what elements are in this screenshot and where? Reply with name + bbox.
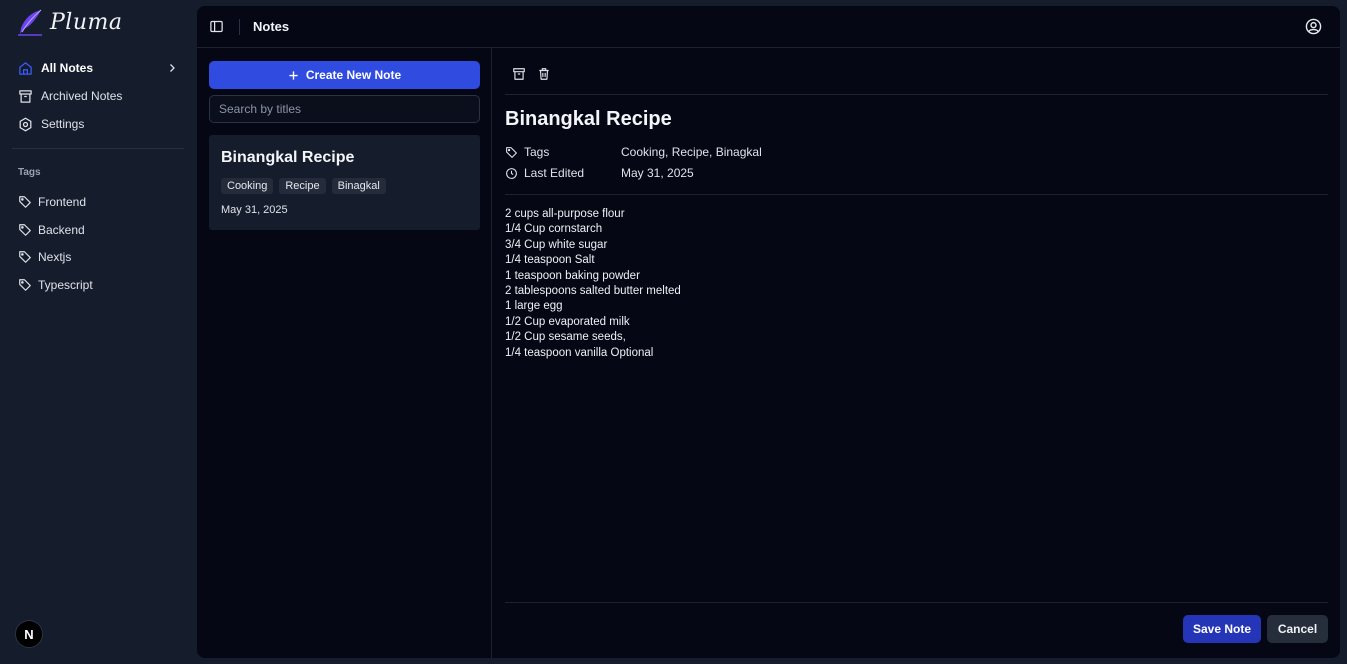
tag-label: Backend: [38, 222, 85, 237]
tag-icon: [18, 223, 32, 237]
app-logo[interactable]: Pluma: [16, 8, 123, 36]
tags-meta-label: Tags: [505, 145, 621, 159]
tag-icon: [505, 146, 518, 159]
tag-chip: Recipe: [279, 178, 326, 194]
plus-icon: [288, 70, 299, 81]
editor-divider: [505, 94, 1328, 95]
note-body-line: 1/2 Cup evaporated milk: [505, 315, 630, 328]
edited-meta-label: Last Edited: [505, 166, 621, 180]
editor-footer-divider: [505, 602, 1328, 603]
sidebar-toggle-icon[interactable]: [209, 19, 224, 34]
sidebar-tag-frontend[interactable]: Frontend: [12, 188, 184, 216]
note-body-line: 1/4 teaspoon vanilla Optional: [505, 346, 654, 359]
archive-note-icon[interactable]: [512, 67, 526, 81]
tag-icon: [18, 278, 32, 292]
last-edited-label: Last Edited: [524, 166, 585, 180]
main-panel: Notes Create New Note Binangkal Recipe C…: [197, 6, 1340, 658]
tags-heading: Tags: [18, 167, 41, 178]
sidebar-item-archived-notes[interactable]: Archived Notes: [12, 82, 184, 110]
sidebar-item-label: Settings: [41, 117, 85, 131]
note-body-line: 1 teaspoon baking powder: [505, 269, 640, 282]
note-body-line: 1/4 Cup cornstarch: [505, 223, 603, 236]
quill-logo-icon: [16, 8, 44, 36]
tag-label: Nextjs: [38, 250, 72, 265]
tag-icon: [18, 250, 32, 264]
cancel-button[interactable]: Cancel: [1267, 615, 1328, 643]
top-bar: Notes: [197, 6, 1340, 48]
note-card-date: May 31, 2025: [221, 204, 288, 216]
tags-label: Tags: [524, 145, 550, 159]
note-body-line: 2 tablespoons salted butter melted: [505, 285, 681, 298]
note-body-line: 1/2 Cup sesame seeds,: [505, 331, 626, 344]
home-icon: [18, 61, 33, 76]
sidebar-tag-backend[interactable]: Backend: [12, 216, 184, 244]
note-card[interactable]: Binangkal Recipe Cooking Recipe Binagkal…: [209, 135, 480, 230]
tag-icon: [18, 195, 32, 209]
create-note-label: Create New Note: [305, 68, 402, 82]
search-input[interactable]: [209, 95, 480, 123]
last-edited-value: May 31, 2025: [621, 166, 694, 180]
notes-list-column: Create New Note Binangkal Recipe Cooking…: [197, 48, 492, 658]
note-body-line: 1 large egg: [505, 300, 563, 313]
save-note-button[interactable]: Save Note: [1183, 615, 1261, 643]
nextjs-badge[interactable]: N: [15, 620, 43, 648]
editor-divider: [505, 194, 1328, 195]
page-title: Notes: [253, 19, 290, 34]
sidebar-divider: [12, 148, 184, 149]
note-body-line: 2 cups all-purpose flour: [505, 208, 625, 220]
sidebar-item-label: Archived Notes: [41, 89, 123, 103]
sidebar-nav: All Notes Archived Notes Settings: [12, 54, 184, 138]
sidebar-item-all-notes[interactable]: All Notes: [12, 54, 184, 82]
create-note-button[interactable]: Create New Note: [209, 61, 480, 89]
sidebar: Pluma All Notes Archived Notes Settings …: [0, 0, 197, 664]
note-card-tags: Cooking Recipe Binagkal: [221, 178, 386, 194]
note-tags-row: Tags Cooking, Recipe, Binagkal: [505, 143, 762, 161]
tags-list: Frontend Backend Nextjs Typescript: [12, 188, 184, 299]
settings-icon: [18, 117, 33, 132]
tags-value[interactable]: Cooking, Recipe, Binagkal: [621, 145, 762, 159]
sidebar-item-settings[interactable]: Settings: [12, 110, 184, 138]
tag-chip: Cooking: [221, 178, 274, 194]
app-name: Pluma: [50, 9, 123, 35]
tag-label: Frontend: [38, 194, 87, 209]
note-body-line: 3/4 Cup white sugar: [505, 238, 608, 251]
clock-icon: [505, 167, 518, 180]
sidebar-tag-nextjs[interactable]: Nextjs: [12, 243, 184, 271]
sidebar-item-label: All Notes: [41, 61, 94, 75]
note-title[interactable]: Binangkal Recipe: [505, 108, 672, 131]
user-account-icon[interactable]: [1305, 18, 1322, 35]
note-body-line: 1/4 teaspoon Salt: [505, 254, 595, 267]
delete-note-icon[interactable]: [537, 67, 551, 81]
tag-chip: Binagkal: [331, 178, 386, 194]
archive-icon: [18, 89, 33, 104]
note-last-edited-row: Last Edited May 31, 2025: [505, 164, 694, 182]
chevron-right-icon: [166, 62, 178, 74]
sidebar-tag-typescript[interactable]: Typescript: [12, 271, 184, 299]
note-editor: Binangkal Recipe Tags Cooking, Recipe, B…: [493, 48, 1340, 658]
note-body[interactable]: 2 cups all-purpose flour 1/4 Cup cornsta…: [505, 207, 681, 361]
tag-label: Typescript: [38, 277, 93, 292]
topbar-separator: [239, 19, 240, 35]
note-card-title: Binangkal Recipe: [221, 149, 355, 166]
